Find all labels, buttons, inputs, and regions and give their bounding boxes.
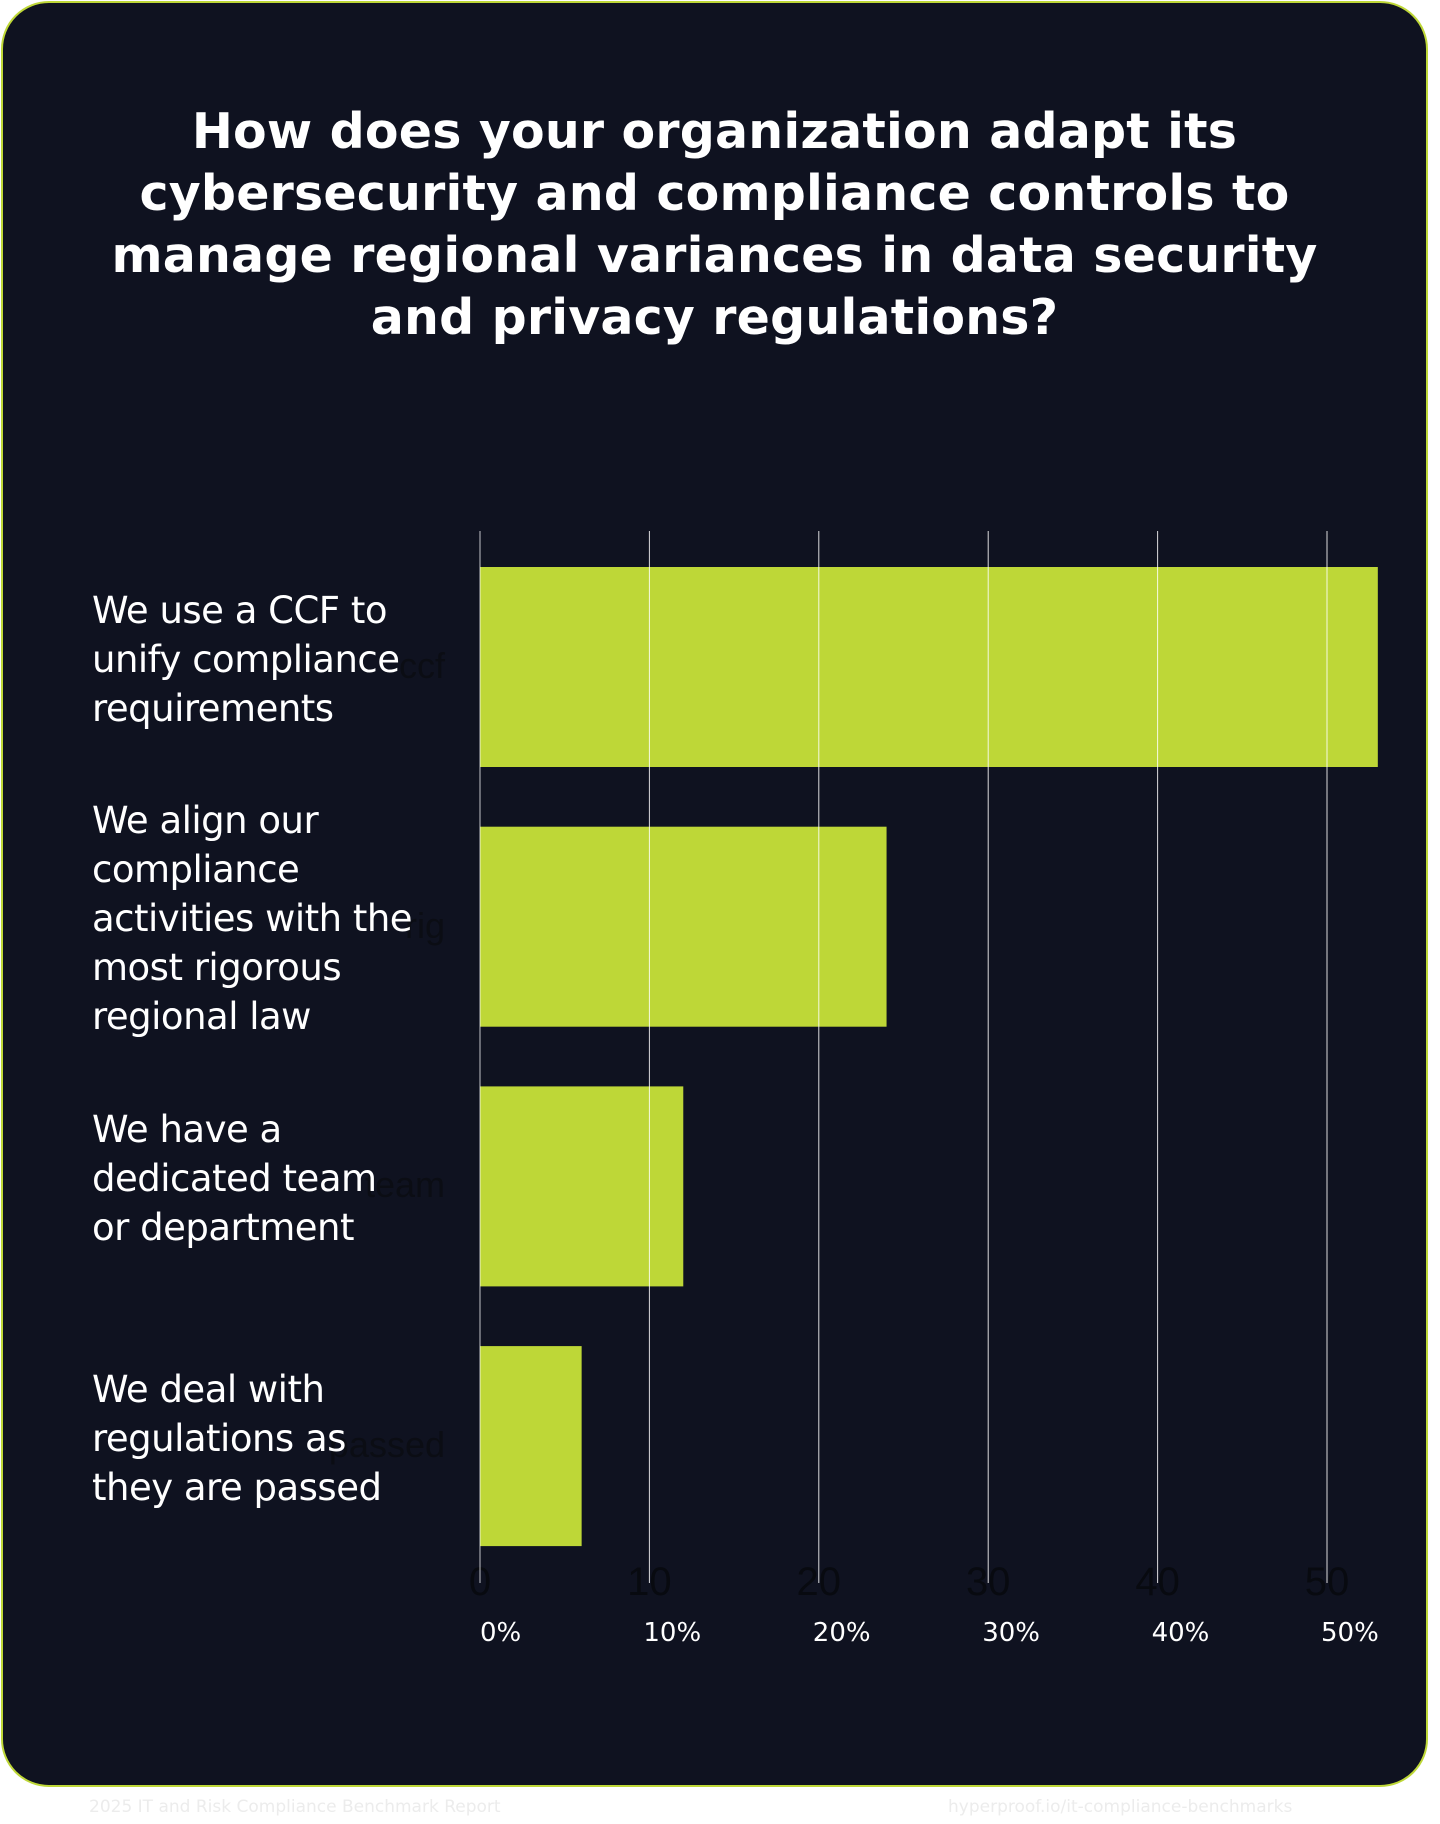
- category-label-line: or department: [92, 1205, 355, 1249]
- category-label: We deal with regulations as they are passe…: [92, 1365, 382, 1512]
- bar-1: [480, 567, 1378, 767]
- chart-card: How does your organization adapt its cyb…: [1, 1, 1428, 1787]
- category-label: We align our compliance activities with th…: [92, 796, 413, 1041]
- ghost-category-label: ccf: [398, 645, 445, 686]
- category-label-line: regulations as: [92, 1416, 346, 1460]
- category-label-line: activities with the: [92, 897, 413, 941]
- category-label-line: they are passed: [92, 1465, 382, 1509]
- category-label-line: dedicated team: [92, 1156, 377, 1200]
- x-tick-label: 30%: [982, 1618, 1040, 1648]
- x-tick-label: 20%: [813, 1618, 871, 1648]
- bar-2: [480, 826, 887, 1027]
- ghost-tick-labels: 0 10 20 30 40 50: [469, 1560, 1349, 1604]
- category-label-line: requirements: [92, 686, 334, 730]
- category-label: We use a CCF to unify compliance requireme…: [92, 586, 400, 733]
- x-tick-label: 50%: [1321, 1618, 1379, 1648]
- footer-url[interactable]: hyperproof.io/it-compliance-benchmarks: [948, 1797, 1292, 1817]
- x-tick-label: 10%: [643, 1618, 701, 1648]
- bar-3: [480, 1086, 684, 1287]
- bar-4: [480, 1346, 582, 1547]
- x-tick-labels: 0% 10% 20% 30% 40% 50%: [480, 1618, 1379, 1648]
- category-label-line: We deal with: [92, 1367, 325, 1411]
- x-tick-label: 40%: [1152, 1618, 1210, 1648]
- bars: [480, 567, 1378, 1547]
- category-label-line: We have a: [92, 1107, 282, 1151]
- category-label-line: We use a CCF to: [92, 588, 387, 632]
- category-label-line: compliance: [92, 848, 300, 892]
- category-label: We have a dedicated team or department: [92, 1105, 377, 1252]
- category-label-line: regional law: [92, 995, 311, 1039]
- category-label-line: most rigorous: [92, 946, 342, 990]
- category-label-line: unify compliance: [92, 637, 400, 681]
- footer-report-name: 2025 IT and Risk Compliance Benchmark Re…: [89, 1797, 501, 1817]
- category-label-line: We align our: [92, 799, 319, 843]
- ghost-category-label: team: [364, 1164, 445, 1206]
- x-tick-label: 0%: [480, 1618, 521, 1648]
